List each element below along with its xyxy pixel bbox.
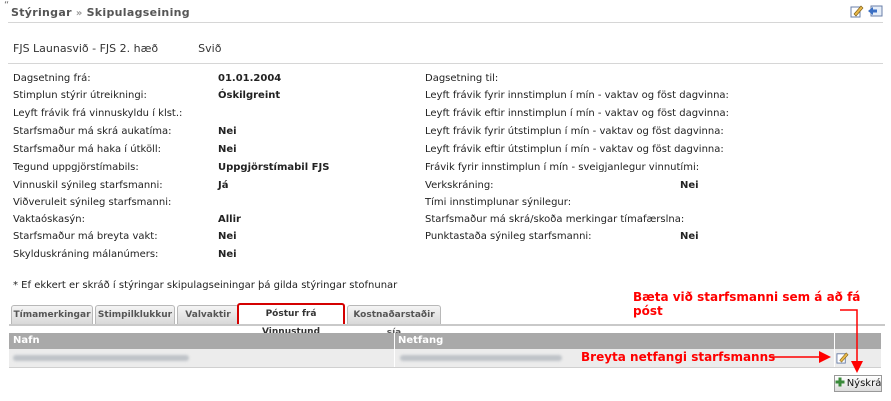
annotation-arrows xyxy=(770,309,863,373)
arrow-to-add-button xyxy=(840,309,863,373)
